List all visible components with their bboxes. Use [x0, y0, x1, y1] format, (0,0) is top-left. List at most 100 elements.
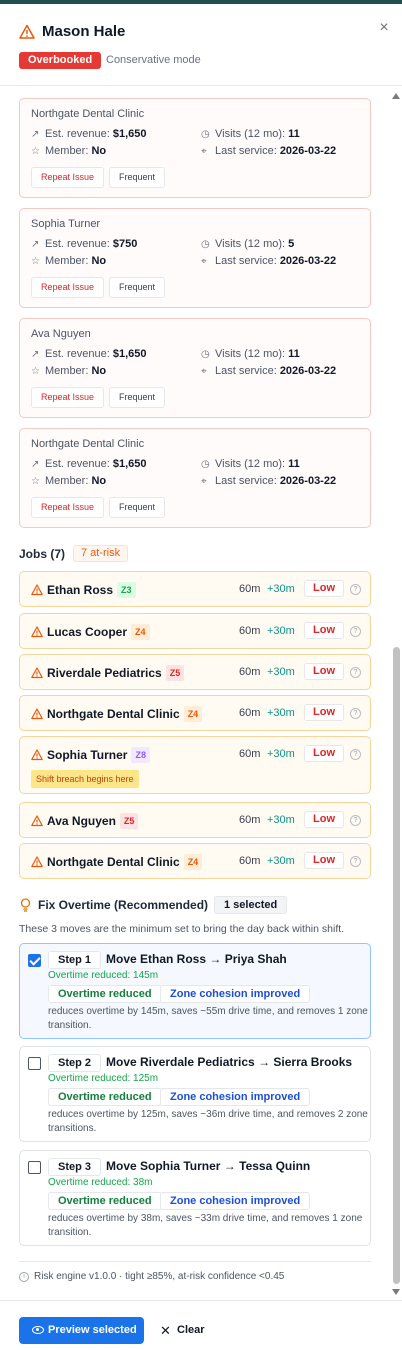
visits-12mo: ◷ Visits (12 mo): 11 [201, 348, 300, 360]
member-status-label: Member: [45, 255, 89, 267]
job-extra-time: +30m [267, 583, 295, 595]
fix-overtime-title: Fix Overtime (Recommended) [38, 898, 209, 912]
risk-level-badge: Low [304, 580, 344, 597]
visits-12mo-label: Visits (12 mo): [215, 348, 286, 360]
panel-scroll-area[interactable]: Northgate Dental Clinic ↗ Est. revenue: $1… [0, 87, 402, 1300]
step-overtime-reduced: Overtime reduced: 38m [48, 1177, 153, 1188]
fix-overtime-description: These 3 moves are the minimum set to bri… [19, 923, 345, 935]
step-title: Move Sophia Turner → Tessa Quinn [106, 1159, 311, 1173]
job-name: Ava Nguyen Z5 [47, 813, 139, 829]
customer-name: Sophia Turner [31, 218, 101, 230]
trend-up-icon: ↗ [31, 349, 40, 360]
zone-badge: Z5 [119, 813, 139, 829]
job-duration: 60m [239, 666, 261, 678]
warning-icon [31, 856, 43, 868]
job-row[interactable]: Sophia Turner Z8 60m +30m Low? Shift breach b… [19, 736, 371, 794]
help-icon[interactable]: ? [350, 856, 361, 867]
est-revenue-value: $1,650 [112, 458, 147, 470]
jobs-heading: Jobs (7) [19, 547, 66, 561]
warning-icon [31, 815, 43, 827]
job-name: Lucas Cooper Z4 [47, 624, 150, 640]
job-row[interactable]: Northgate Dental Clinic Z4 60m +30m Low? [19, 843, 371, 879]
help-icon[interactable]: ? [350, 815, 361, 826]
last-service-value: 2026-03-22 [279, 145, 337, 157]
preview-selected-button[interactable]: Preview selected [19, 1317, 144, 1344]
est-revenue-value: $1,650 [112, 128, 147, 140]
scroll-up-arrow-icon[interactable] [392, 93, 400, 99]
scrollbar-thumb[interactable] [393, 647, 400, 1284]
recommendation-step[interactable]: Step 1 Move Ethan Ross → Priya Shah Overti… [19, 943, 371, 1039]
warning-icon [31, 708, 43, 720]
warning-icon [31, 584, 43, 596]
panel-header: Mason Hale × Overbooked Conservative mod… [0, 4, 402, 86]
job-name-text: Ava Nguyen [47, 814, 116, 828]
risk-engine-note: Risk engine v1.0.0 · tight ≥85%, at-risk… [34, 1271, 285, 1282]
step-detail: reduces overtime by 125m, saves ~36m dri… [48, 1109, 368, 1134]
step-checkbox[interactable] [28, 1161, 41, 1174]
eye-icon [32, 1326, 44, 1334]
member-status-label: Member: [45, 475, 89, 487]
job-name-text: Riverdale Pediatrics [47, 666, 162, 680]
est-revenue-label: Est. revenue: [45, 458, 110, 470]
member-status: ☆ Member: No [31, 475, 106, 487]
help-icon[interactable]: ? [350, 667, 361, 678]
pill-overtime-reduced: Overtime reduced [48, 1088, 162, 1106]
job-name-text: Sophia Turner [47, 748, 128, 762]
pill-zone-cohesion: Zone cohesion improved [160, 985, 311, 1003]
member-status-value: No [91, 255, 107, 267]
job-name: Riverdale Pediatrics Z5 [47, 665, 185, 681]
close-icon[interactable]: × [374, 18, 394, 38]
status-badge: Overbooked [19, 52, 102, 69]
job-duration: 60m [239, 583, 261, 595]
help-icon[interactable]: ? [350, 584, 361, 595]
warning-icon [31, 749, 43, 761]
step-checkbox[interactable] [28, 954, 41, 967]
selected-count-badge: 1 selected [214, 896, 288, 914]
trend-up-icon: ↗ [31, 129, 40, 140]
job-duration: 60m [239, 814, 261, 826]
help-icon[interactable]: ? [350, 749, 361, 760]
job-duration: 60m [239, 748, 261, 760]
pill-overtime-reduced: Overtime reduced [48, 985, 162, 1003]
zone-badge: Z4 [183, 854, 203, 870]
visits-12mo-value: 5 [288, 238, 295, 250]
job-row[interactable]: Northgate Dental Clinic Z4 60m +30m Low? [19, 695, 371, 731]
clock-icon: ◷ [201, 459, 210, 470]
last-service-value: 2026-03-22 [279, 255, 337, 267]
step-checkbox[interactable] [28, 1057, 41, 1070]
job-name-text: Lucas Cooper [47, 625, 128, 639]
pill-zone-cohesion: Zone cohesion improved [160, 1088, 311, 1106]
lightbulb-icon [20, 898, 31, 912]
shift-breach-note: Shift breach begins here [31, 770, 139, 788]
pill-overtime-reduced: Overtime reduced [48, 1192, 162, 1210]
scroll-down-arrow-icon[interactable] [392, 1289, 400, 1295]
clear-button[interactable]: ✕ Clear [160, 1317, 205, 1344]
clear-label: Clear [177, 1324, 205, 1336]
member-status: ☆ Member: No [31, 145, 106, 157]
at-risk-badge: 7 at-risk [73, 545, 129, 562]
step-number: Step 3 [48, 1158, 102, 1176]
step-title: Move Ethan Ross → Priya Shah [106, 952, 287, 966]
risk-level-badge: Low [304, 745, 344, 762]
job-row[interactable]: Ethan Ross Z3 60m +30m Low? [19, 571, 371, 607]
recommendation-step[interactable]: Step 3 Move Sophia Turner → Tessa Quinn Ov… [19, 1150, 371, 1246]
customer-name: Northgate Dental Clinic [31, 438, 145, 450]
job-row[interactable]: Lucas Cooper Z4 60m +30m Low? [19, 613, 371, 649]
last-service: ⌖ Last service: 2026-03-22 [201, 145, 336, 157]
risk-level-badge: Low [304, 663, 344, 680]
help-icon[interactable]: ? [350, 708, 361, 719]
job-row[interactable]: Riverdale Pediatrics Z5 60m +30m Low? [19, 654, 371, 690]
warning-icon [19, 24, 35, 39]
member-status: ☆ Member: No [31, 255, 106, 267]
step-number: Step 1 [48, 951, 102, 969]
est-revenue-label: Est. revenue: [45, 238, 110, 250]
member-status-value: No [91, 145, 107, 157]
help-icon[interactable]: ? [350, 626, 361, 637]
tag-frequent: Frequent [109, 277, 166, 298]
recommendation-step[interactable]: Step 2 Move Riverdale Pediatrics → Sierra… [19, 1046, 371, 1142]
est-revenue: ↗ Est. revenue: $1,650 [31, 128, 147, 140]
job-row[interactable]: Ava Nguyen Z5 60m +30m Low? [19, 802, 371, 838]
divider [19, 1261, 371, 1262]
tag-frequent: Frequent [109, 167, 166, 188]
tag-repeat-issue: Repeat Issue [31, 167, 105, 188]
